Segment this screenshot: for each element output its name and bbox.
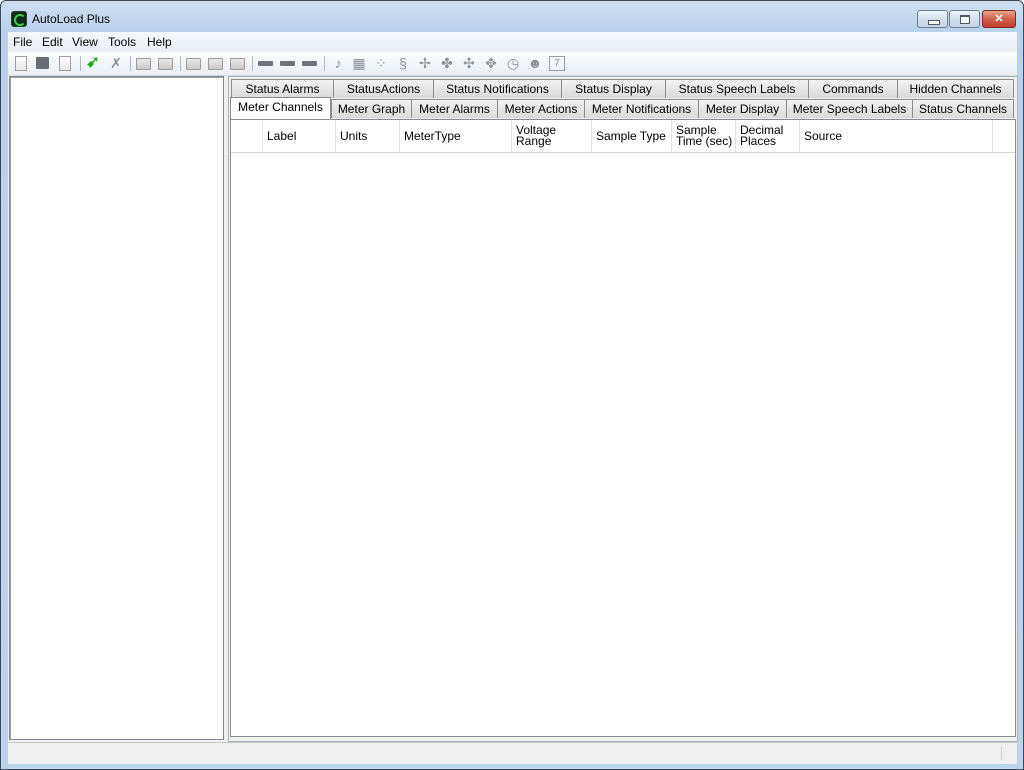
maximize-button[interactable] [949, 10, 980, 28]
tab-meter-alarms[interactable]: Meter Alarms [411, 99, 498, 118]
tab-meter-channels[interactable]: Meter Channels [230, 97, 331, 119]
new-document-icon[interactable] [15, 56, 27, 71]
folder-icon[interactable] [136, 58, 151, 70]
menu-tools[interactable]: Tools [108, 35, 136, 49]
resize-grip-icon[interactable] [1001, 747, 1014, 761]
tab-status-notifications[interactable]: Status Notifications [433, 79, 562, 98]
link-settings-icon[interactable]: ✥ [483, 55, 499, 71]
tab-hidden-channels[interactable]: Hidden Channels [897, 79, 1014, 98]
toolbar-separator [324, 56, 325, 71]
toolbar-separator [252, 56, 253, 71]
maximize-icon [950, 11, 979, 27]
close-button[interactable]: ✕ [982, 10, 1016, 28]
save-icon[interactable] [36, 57, 49, 69]
tab-row-back: Status Alarms StatusActions Status Notif… [229, 79, 1015, 99]
status-bar [8, 742, 1017, 764]
tab-status-alarms[interactable]: Status Alarms [231, 79, 334, 98]
tab-status-speech-labels[interactable]: Status Speech Labels [665, 79, 809, 98]
import-icon[interactable] [208, 58, 223, 70]
network-settings-icon[interactable]: ✢ [417, 55, 433, 71]
col-decimal-places[interactable]: Decimal Places [736, 120, 800, 152]
tab-commands[interactable]: Commands [808, 79, 898, 98]
add-meter-icon[interactable] [258, 61, 273, 66]
col-sample-time[interactable]: Sample Time (sec) [672, 120, 736, 152]
save-copy-icon[interactable] [59, 56, 71, 71]
col-source[interactable]: Source [800, 120, 993, 152]
col-meter-type[interactable]: MeterType [400, 120, 512, 152]
tab-status-channels[interactable]: Status Channels [912, 99, 1014, 118]
col-filler [993, 120, 1015, 152]
navigation-tree-pane[interactable] [9, 76, 224, 740]
tab-row-front: Meter Channels Meter Graph Meter Alarms … [229, 97, 1015, 119]
window-title: AutoLoad Plus [32, 12, 111, 26]
menu-bar: File Edit View Tools Help [8, 32, 1017, 52]
calendar-icon[interactable]: ▦ [351, 55, 367, 71]
grid-body[interactable] [231, 153, 1015, 733]
tab-meter-actions[interactable]: Meter Actions [497, 99, 585, 118]
col-row-selector[interactable] [231, 120, 263, 152]
channel-tabs-pane: Status Alarms StatusActions Status Notif… [228, 76, 1018, 742]
pane-splitter[interactable] [224, 76, 227, 740]
disconnect-icon[interactable]: ✗ [108, 55, 124, 71]
tab-status-actions[interactable]: StatusActions [333, 79, 434, 98]
open-folder-icon[interactable] [158, 58, 173, 70]
tab-meter-speech-labels[interactable]: Meter Speech Labels [786, 99, 913, 118]
toolbar: ➹ ✗ ♪ ▦ ⁘ § ✢ ✤ ✣ ✥ ◷ ☻ 7 [8, 52, 1017, 76]
grid-icon[interactable]: ⁘ [373, 55, 389, 71]
clock-icon[interactable]: ◷ [505, 55, 521, 71]
col-label[interactable]: Label [263, 120, 336, 152]
title-bar: AutoLoad Plus ✕ [1, 1, 1023, 33]
toolbar-separator [80, 56, 81, 71]
toolbar-separator [130, 56, 131, 71]
users-icon[interactable]: ☻ [527, 55, 543, 71]
menu-view[interactable]: View [72, 35, 98, 49]
toolbar-separator [180, 56, 181, 71]
col-sample-type[interactable]: Sample Type [592, 120, 672, 152]
minimize-button[interactable] [917, 10, 948, 28]
menu-file[interactable]: File [13, 35, 32, 49]
col-voltage-range[interactable]: Voltage Range [512, 120, 592, 152]
tab-meter-notifications[interactable]: Meter Notifications [584, 99, 699, 118]
connect-icon[interactable]: ➹ [85, 55, 101, 71]
tab-meter-display[interactable]: Meter Display [698, 99, 787, 118]
close-icon: ✕ [994, 13, 1004, 25]
meter-channels-page: Label Units MeterType Voltage Range Samp… [230, 119, 1016, 737]
alarm-bell-icon[interactable]: ♪ [330, 55, 346, 71]
grid-header: Label Units MeterType Voltage Range Samp… [231, 120, 1015, 153]
preview-icon[interactable] [230, 58, 245, 70]
tab-status-display[interactable]: Status Display [561, 79, 666, 98]
device-settings-icon[interactable]: ✤ [439, 55, 455, 71]
tab-meter-graph[interactable]: Meter Graph [331, 99, 412, 118]
menu-edit[interactable]: Edit [42, 35, 63, 49]
script-icon[interactable]: § [395, 55, 411, 71]
date-icon[interactable]: 7 [549, 56, 565, 71]
network-config-icon[interactable]: ✣ [461, 55, 477, 71]
client-area: File Edit View Tools Help ➹ ✗ ♪ ▦ ⁘ § ✢ … [8, 32, 1018, 764]
app-window: AutoLoad Plus ✕ File Edit View Tools Hel… [0, 0, 1024, 770]
app-logo-icon [11, 11, 27, 27]
col-units[interactable]: Units [336, 120, 400, 152]
remove-device-icon[interactable] [302, 61, 317, 66]
menu-help[interactable]: Help [147, 35, 172, 49]
minimize-icon [918, 11, 947, 27]
add-device-icon[interactable] [280, 61, 295, 66]
export-icon[interactable] [186, 58, 201, 70]
